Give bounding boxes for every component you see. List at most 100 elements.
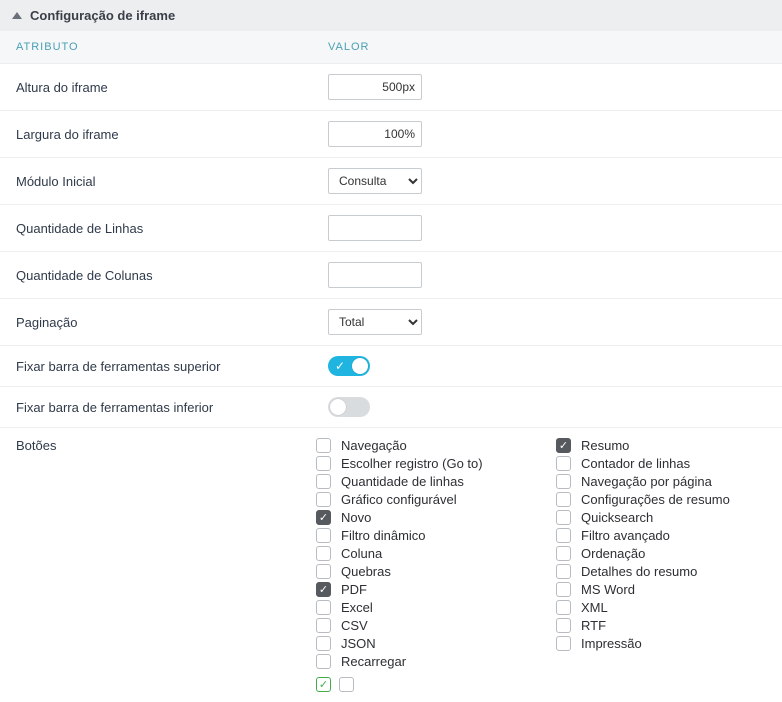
checkbox[interactable]	[556, 564, 571, 579]
checkbox[interactable]	[316, 654, 331, 669]
input-iframe-width[interactable]	[328, 121, 422, 147]
checkbox-row: XML	[556, 600, 766, 615]
checkbox-label: Resumo	[581, 438, 629, 453]
checkbox-row: Contador de linhas	[556, 456, 766, 471]
checkbox-label: Novo	[341, 510, 371, 525]
label-pagination: Paginação	[16, 315, 328, 330]
label-iframe-width: Largura do iframe	[16, 127, 328, 142]
label-lines-qty: Quantidade de Linhas	[16, 221, 328, 236]
checkbox-label: Navegação	[341, 438, 407, 453]
checkbox-label: Quicksearch	[581, 510, 653, 525]
row-pagination: Paginação Total	[0, 298, 782, 345]
checkbox-row: Configurações de resumo	[556, 492, 766, 507]
panel-title: Configuração de iframe	[30, 8, 175, 23]
checkbox-label: Coluna	[341, 546, 382, 561]
check-icon: ✓	[335, 358, 345, 374]
checkbox[interactable]	[316, 438, 331, 453]
checkbox[interactable]: ✓	[316, 510, 331, 525]
column-headers: ATRIBUTO VALOR	[0, 31, 782, 63]
checkbox[interactable]	[316, 546, 331, 561]
row-iframe-height: Altura do iframe	[0, 63, 782, 110]
checkbox-row: Filtro avançado	[556, 528, 766, 543]
checkbox[interactable]	[316, 636, 331, 651]
checkbox-label: PDF	[341, 582, 367, 597]
checkbox[interactable]	[556, 636, 571, 651]
toggle-knob	[330, 399, 346, 415]
row-initial-module: Módulo Inicial Consulta	[0, 157, 782, 204]
checkbox[interactable]	[556, 528, 571, 543]
checkbox-row: Coluna	[316, 546, 526, 561]
select-all-checkbox[interactable]: ✓	[316, 677, 331, 692]
checkbox-label: CSV	[341, 618, 368, 633]
input-cols-qty[interactable]	[328, 262, 422, 288]
checkbox[interactable]	[316, 564, 331, 579]
checkbox-row: Ordenação	[556, 546, 766, 561]
checkbox[interactable]	[316, 456, 331, 471]
column-header-value: VALOR	[328, 41, 766, 53]
buttons-column-right: ✓ Resumo Contador de linhas Navegação por p…	[556, 438, 766, 669]
checkbox-row: Navegação	[316, 438, 526, 453]
checkbox-label: RTF	[581, 618, 606, 633]
checkbox[interactable]: ✓	[556, 438, 571, 453]
checkbox-label: Ordenação	[581, 546, 645, 561]
checkbox-row: Recarregar	[316, 654, 526, 669]
checkbox-row: MS Word	[556, 582, 766, 597]
checkbox-label: Configurações de resumo	[581, 492, 730, 507]
toggle-knob	[352, 358, 368, 374]
checkbox-label: Excel	[341, 600, 373, 615]
checkbox-label: MS Word	[581, 582, 635, 597]
checkbox-row: ✓ Novo	[316, 510, 526, 525]
checkbox-row: Detalhes do resumo	[556, 564, 766, 579]
row-cols-qty: Quantidade de Colunas	[0, 251, 782, 298]
checkbox-label: Contador de linhas	[581, 456, 690, 471]
checkbox[interactable]	[556, 618, 571, 633]
checkbox-label: Quantidade de linhas	[341, 474, 464, 489]
select-pagination[interactable]: Total	[328, 309, 422, 335]
checkbox-label: JSON	[341, 636, 376, 651]
checkbox[interactable]	[556, 456, 571, 471]
toggle-fix-top-toolbar[interactable]: ✓	[328, 356, 370, 376]
row-lines-qty: Quantidade de Linhas	[0, 204, 782, 251]
checkbox[interactable]	[316, 600, 331, 615]
checkbox-row: Quantidade de linhas	[316, 474, 526, 489]
checkbox[interactable]	[556, 582, 571, 597]
deselect-all-checkbox[interactable]	[339, 677, 354, 692]
checkbox[interactable]	[316, 528, 331, 543]
select-initial-module[interactable]: Consulta	[328, 168, 422, 194]
checkbox[interactable]: ✓	[316, 582, 331, 597]
checkbox[interactable]	[316, 492, 331, 507]
checkbox[interactable]	[316, 618, 331, 633]
buttons-column-left: Navegação Escolher registro (Go to) Quanti…	[316, 438, 526, 669]
checkbox[interactable]	[556, 510, 571, 525]
collapse-icon	[12, 12, 22, 19]
panel-header[interactable]: Configuração de iframe	[0, 0, 782, 31]
checkbox[interactable]	[316, 474, 331, 489]
checkbox-row: ✓ Resumo	[556, 438, 766, 453]
label-fix-bottom-toolbar: Fixar barra de ferramentas inferior	[16, 400, 328, 415]
checkbox[interactable]	[556, 600, 571, 615]
row-fix-bottom-toolbar: Fixar barra de ferramentas inferior	[0, 386, 782, 427]
checkbox-label: Quebras	[341, 564, 391, 579]
row-iframe-width: Largura do iframe	[0, 110, 782, 157]
checkbox-label: Recarregar	[341, 654, 406, 669]
checkbox-label: Detalhes do resumo	[581, 564, 697, 579]
checkbox-row: Navegação por página	[556, 474, 766, 489]
checkbox[interactable]	[556, 492, 571, 507]
input-iframe-height[interactable]	[328, 74, 422, 100]
checkbox-row: Impressão	[556, 636, 766, 651]
checkbox-label: Navegação por página	[581, 474, 712, 489]
checkbox-row: Filtro dinâmico	[316, 528, 526, 543]
checkbox-row: Escolher registro (Go to)	[316, 456, 526, 471]
input-lines-qty[interactable]	[328, 215, 422, 241]
checkbox-row: ✓ PDF	[316, 582, 526, 597]
label-buttons: Botões	[16, 438, 316, 453]
checkbox-label: Gráfico configurável	[341, 492, 457, 507]
checkbox-label: Filtro avançado	[581, 528, 670, 543]
checkbox-label: Filtro dinâmico	[341, 528, 426, 543]
checkbox[interactable]	[556, 546, 571, 561]
checkbox[interactable]	[556, 474, 571, 489]
checkbox-row: CSV	[316, 618, 526, 633]
checkbox-label: Impressão	[581, 636, 642, 651]
toggle-fix-bottom-toolbar[interactable]	[328, 397, 370, 417]
label-iframe-height: Altura do iframe	[16, 80, 328, 95]
